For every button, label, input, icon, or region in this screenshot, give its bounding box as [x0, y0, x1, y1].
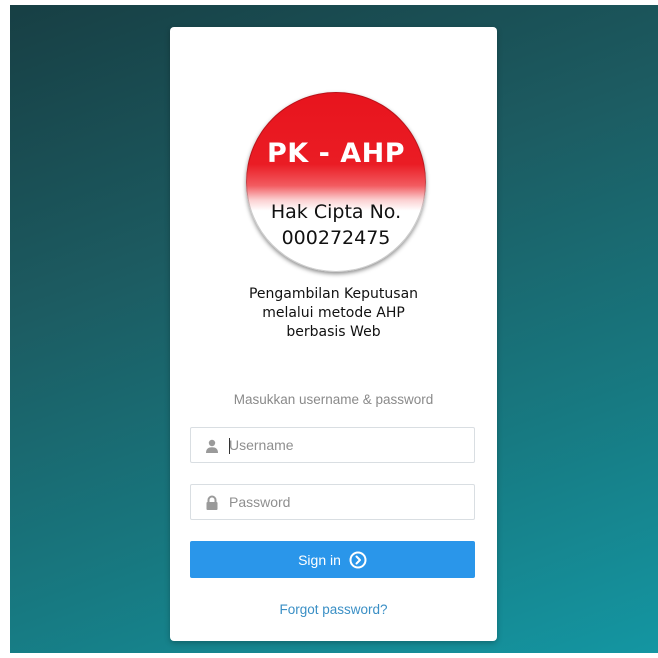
user-icon	[206, 439, 218, 453]
tagline-line: berbasis Web	[286, 324, 381, 340]
username-field[interactable]	[190, 427, 475, 463]
password-field[interactable]	[190, 484, 475, 520]
signin-button[interactable]: Sign in	[190, 541, 475, 578]
tagline-line: melalui metode AHP	[262, 305, 405, 321]
app-logo: PK - AHP Hak Cipta No. 000272475	[246, 92, 426, 272]
page-background: PK - AHP Hak Cipta No. 000272475 Pengamb…	[10, 5, 658, 653]
logo-title: PK - AHP	[267, 138, 405, 169]
logo-copyright-number: 000272475	[281, 227, 391, 249]
circle-arrow-right-icon	[349, 551, 367, 568]
signin-label: Sign in	[298, 551, 341, 568]
login-card: PK - AHP Hak Cipta No. 000272475 Pengamb…	[170, 27, 497, 641]
app-tagline: Pengambilan Keputusan melalui metode AHP…	[170, 285, 497, 342]
tagline-line: Pengambilan Keputusan	[248, 286, 419, 302]
lock-icon	[206, 495, 218, 510]
username-input[interactable]	[229, 428, 469, 462]
password-input[interactable]	[229, 485, 469, 519]
logo-copyright-label: Hak Cipta No.	[270, 201, 402, 223]
forgot-password-link[interactable]: Forgot password?	[170, 602, 497, 617]
login-hint: Masukkan username & password	[233, 392, 434, 407]
